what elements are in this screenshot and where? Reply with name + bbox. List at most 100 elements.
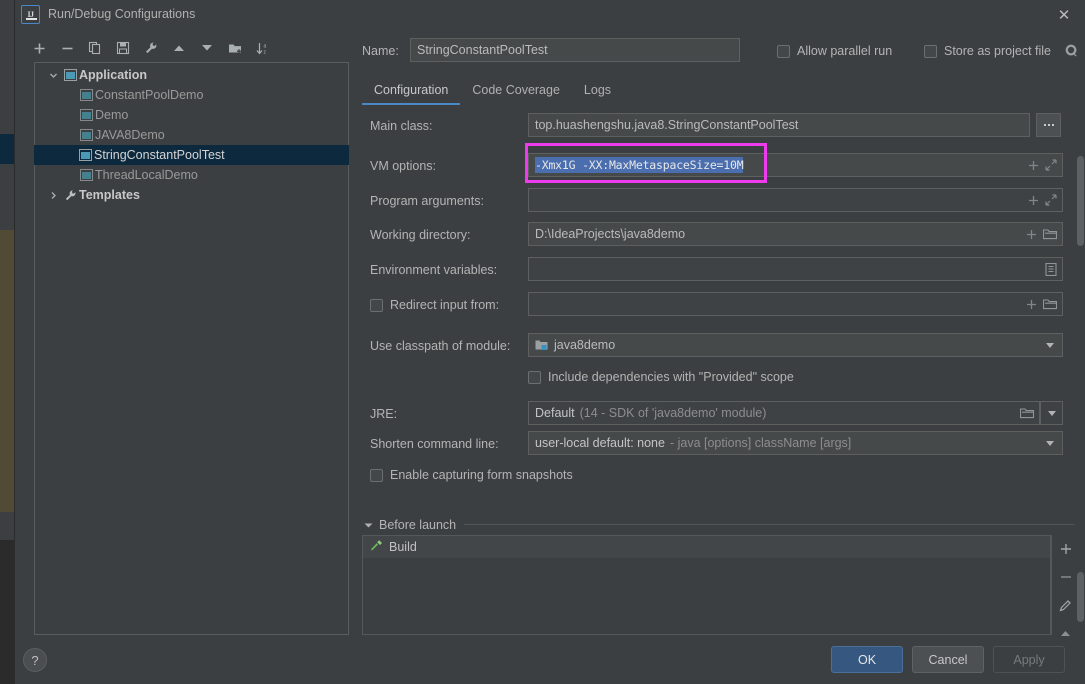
checkbox-box[interactable] <box>528 370 541 384</box>
ok-button[interactable]: OK <box>831 646 903 673</box>
checkbox-box[interactable] <box>924 44 937 58</box>
name-label: Name: <box>362 44 399 58</box>
triangle-down-icon[interactable] <box>364 518 373 532</box>
checkbox-box[interactable] <box>370 468 383 482</box>
shorten-command-line-hint: - java [options] className [args] <box>669 436 852 450</box>
before-launch-title: Before launch <box>379 518 457 532</box>
working-directory-value: D:\IdeaProjects\java8demo <box>535 227 686 241</box>
jre-dropdown-button[interactable] <box>1040 401 1063 425</box>
form-snapshots-checkbox[interactable]: Enable capturing form snapshots <box>370 468 573 482</box>
classpath-module-combobox[interactable]: java8demo <box>528 333 1063 357</box>
module-icon <box>535 339 548 351</box>
tree-item-label: Templates <box>79 188 140 202</box>
close-icon[interactable]: ✕ <box>1052 4 1076 26</box>
jre-combobox[interactable]: Default (14 - SDK of 'java8demo' module) <box>528 401 1040 425</box>
remove-configuration-button[interactable] <box>55 36 79 60</box>
chevron-down-icon <box>1047 410 1056 416</box>
run-config-icon <box>77 169 95 181</box>
configuration-panel: Name: StringConstantPoolTest Allow paral… <box>352 30 1085 665</box>
configurations-tree[interactable]: Application ConstantPoolDemo Demo JAVA8D… <box>34 62 349 635</box>
program-arguments-input[interactable] <box>528 188 1063 212</box>
before-launch-list[interactable]: Build <box>362 535 1051 635</box>
tree-item-templates[interactable]: Templates <box>35 185 348 205</box>
hammer-icon <box>370 539 383 555</box>
title-bar: IJ Run/Debug Configurations ✕ <box>15 0 1085 30</box>
tree-item-label: StringConstantPoolTest <box>94 148 225 162</box>
include-provided-label: Include dependencies with "Provided" sco… <box>548 370 794 384</box>
tree-item-label: ThreadLocalDemo <box>95 168 198 182</box>
chevron-down-icon[interactable] <box>45 71 61 80</box>
main-class-input[interactable]: top.huashengshu.java8.StringConstantPool… <box>528 113 1030 137</box>
tree-item-demo[interactable]: Demo <box>35 105 348 125</box>
store-as-project-file-label: Store as project file <box>944 44 1051 58</box>
tab-configuration[interactable]: Configuration <box>362 75 461 105</box>
run-debug-configurations-dialog: IJ Run/Debug Configurations ✕ a z Applic… <box>14 0 1085 684</box>
allow-parallel-run-checkbox[interactable]: Allow parallel run <box>777 44 892 58</box>
svg-text:z: z <box>264 49 267 54</box>
apply-button[interactable]: Apply <box>993 646 1065 673</box>
tab-code-coverage[interactable]: Code Coverage <box>460 75 572 105</box>
before-launch-header[interactable]: Before launch <box>364 518 456 532</box>
add-configuration-button[interactable] <box>27 36 51 60</box>
redirect-input-label: Redirect input from: <box>390 298 500 312</box>
tree-item-constantpooldemo[interactable]: ConstantPoolDemo <box>35 85 348 105</box>
shorten-command-line-value: user-local default: none <box>535 436 665 450</box>
tree-item-stringconstantpooltest[interactable]: StringConstantPoolTest <box>34 145 349 165</box>
bg-segment <box>0 0 14 134</box>
scrollbar-thumb[interactable] <box>1077 156 1084 246</box>
checkbox-box[interactable] <box>777 44 790 58</box>
ok-button-label: OK <box>857 652 877 667</box>
save-configuration-button[interactable] <box>111 36 135 60</box>
tree-item-java8demo[interactable]: JAVA8Demo <box>35 125 348 145</box>
vm-options-label: VM options: <box>370 159 437 173</box>
vm-options-input[interactable]: -Xmx1G -XX:MaxMetaspaceSize=10M <box>528 153 1063 177</box>
run-config-icon <box>77 89 95 101</box>
tree-item-application[interactable]: Application <box>35 65 348 85</box>
configurations-toolbar: a z <box>23 36 343 62</box>
arrow-down-icon[interactable] <box>195 36 219 60</box>
sort-az-icon[interactable]: a z <box>251 36 275 60</box>
tab-logs[interactable]: Logs <box>572 75 623 105</box>
name-input[interactable]: StringConstantPoolTest <box>410 38 740 62</box>
intellij-idea-icon: IJ <box>21 5 40 24</box>
program-arguments-label: Program arguments: <box>370 194 484 208</box>
tree-item-threadlocaldemo[interactable]: ThreadLocalDemo <box>35 165 348 185</box>
allow-parallel-run-label: Allow parallel run <box>797 44 893 58</box>
chevron-down-icon[interactable] <box>1040 334 1060 356</box>
run-config-icon <box>76 149 94 161</box>
tree-item-label: Application <box>79 68 148 82</box>
include-provided-checkbox[interactable]: Include dependencies with "Provided" sco… <box>528 370 794 384</box>
folder-plus-icon[interactable] <box>223 36 247 60</box>
main-class-label: Main class: <box>370 119 433 133</box>
tab-label: Code Coverage <box>472 83 560 97</box>
working-directory-label: Working directory: <box>370 228 471 242</box>
wrench-icon[interactable] <box>139 36 163 60</box>
ellipsis-icon <box>1043 124 1054 126</box>
cancel-button[interactable]: Cancel <box>912 646 984 673</box>
gear-icon[interactable] <box>1065 44 1078 57</box>
apply-button-label: Apply <box>1013 652 1045 667</box>
chevron-right-icon[interactable] <box>45 191 61 200</box>
bg-segment <box>0 512 14 540</box>
tree-item-label: JAVA8Demo <box>95 128 165 142</box>
checkbox-box[interactable] <box>370 298 383 312</box>
environment-variables-input[interactable] <box>528 257 1063 281</box>
panel-scrollbar[interactable] <box>1075 60 1085 665</box>
shorten-command-line-combobox[interactable]: user-local default: none - java [options… <box>528 431 1063 455</box>
window-title: Run/Debug Configurations <box>48 7 196 21</box>
bg-segment <box>0 540 14 684</box>
cancel-button-label: Cancel <box>928 652 968 667</box>
redirect-input-field[interactable] <box>528 292 1063 316</box>
arrow-up-icon[interactable] <box>167 36 191 60</box>
copy-configuration-button[interactable] <box>83 36 107 60</box>
scrollbar-thumb-secondary[interactable] <box>1077 572 1084 622</box>
application-icon <box>61 69 79 81</box>
bg-segment <box>0 164 14 230</box>
chevron-down-icon[interactable] <box>1040 432 1060 454</box>
working-directory-input[interactable]: D:\IdeaProjects\java8demo <box>528 222 1063 246</box>
redirect-input-checkbox[interactable]: Redirect input from: <box>370 298 499 312</box>
before-launch-item-build[interactable]: Build <box>363 536 1050 558</box>
store-as-project-file-checkbox[interactable]: Store as project file <box>924 44 1051 58</box>
main-class-browse-button[interactable] <box>1036 113 1061 137</box>
help-button[interactable]: ? <box>23 648 47 672</box>
